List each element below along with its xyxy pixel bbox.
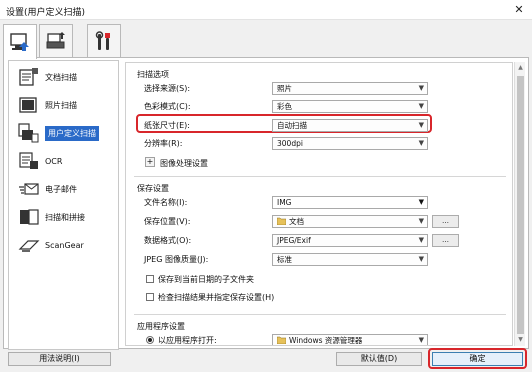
chevron-down-icon: ▼ bbox=[418, 84, 424, 92]
sidebar-item-label: ScanGear bbox=[45, 240, 84, 250]
save-settings-title: 保存设置 bbox=[137, 184, 169, 193]
source-label: 选择来源(S): bbox=[144, 84, 191, 93]
document-scan-icon bbox=[15, 67, 43, 87]
filename-label: 文件名称(I): bbox=[144, 198, 188, 207]
scan-options-title: 扫描选项 bbox=[137, 70, 169, 79]
sidebar-item-label: 用户定义扫描 bbox=[45, 125, 99, 141]
ok-button[interactable]: 确定 bbox=[432, 352, 523, 366]
vertical-scrollbar[interactable]: ▲ ▼ bbox=[514, 62, 525, 346]
sidebar-item-scangear[interactable]: ScanGear bbox=[9, 231, 118, 259]
paper-size-value: 自动扫描 bbox=[277, 121, 307, 130]
title-bar: 设置(用户定义扫描) ✕ bbox=[0, 0, 532, 20]
expand-button[interactable]: + bbox=[145, 157, 155, 167]
scanner-icon bbox=[46, 31, 65, 48]
ocr-icon bbox=[15, 151, 43, 171]
sidebar-item-label: 电子邮件 bbox=[45, 184, 77, 194]
close-button[interactable]: ✕ bbox=[510, 2, 528, 18]
location-label: 保存位置(V): bbox=[144, 217, 191, 226]
image-processing-label[interactable]: 图像处理设置 bbox=[160, 158, 208, 169]
chevron-down-icon: ▼ bbox=[418, 102, 424, 110]
sidebar-item-stitch[interactable]: 扫描和拼接 bbox=[9, 203, 118, 231]
open-with-value: Windows 资源管理器 bbox=[289, 336, 363, 345]
divider bbox=[134, 314, 506, 315]
format-select[interactable]: JPEG/Exif ▼ bbox=[272, 234, 428, 247]
open-with-label: 以应用程序打开: bbox=[158, 336, 217, 345]
computer-scan-icon bbox=[10, 33, 29, 51]
location-select[interactable]: 文档 ▼ bbox=[272, 215, 428, 228]
resolution-select[interactable]: 300dpi ▼ bbox=[272, 137, 428, 150]
scroll-up-icon[interactable]: ▲ bbox=[516, 63, 525, 73]
check-results-checkbox[interactable] bbox=[146, 293, 154, 301]
color-mode-value: 彩色 bbox=[277, 102, 292, 111]
format-settings-button[interactable]: … bbox=[432, 234, 459, 247]
browse-button[interactable]: … bbox=[432, 215, 459, 228]
source-value: 照片 bbox=[277, 84, 292, 93]
custom-scan-icon bbox=[15, 122, 43, 144]
sidebar-item-label: 照片扫描 bbox=[45, 100, 77, 110]
quality-select[interactable]: 标准 ▼ bbox=[272, 253, 428, 266]
chevron-down-icon: ▼ bbox=[418, 336, 424, 344]
folder-icon bbox=[276, 217, 287, 228]
filename-value: IMG bbox=[277, 198, 292, 207]
tools-icon bbox=[95, 30, 110, 50]
defaults-button[interactable]: 默认值(D) bbox=[336, 352, 422, 366]
source-select[interactable]: 照片 ▼ bbox=[272, 82, 428, 95]
scangear-icon bbox=[15, 235, 43, 255]
sidebar-item-photo-scan[interactable]: 照片扫描 bbox=[9, 91, 118, 119]
sidebar-item-label: OCR bbox=[45, 156, 63, 166]
chevron-down-icon: ▼ bbox=[418, 139, 424, 147]
open-with-select[interactable]: Windows 资源管理器 ▼ bbox=[272, 334, 428, 346]
app-settings-title: 应用程序设置 bbox=[137, 322, 185, 331]
sidebar-item-custom-scan[interactable]: 用户定义扫描 bbox=[9, 119, 118, 147]
open-with-radio[interactable] bbox=[146, 336, 154, 344]
filename-input[interactable]: IMG ▼ bbox=[272, 196, 428, 209]
chevron-down-icon: ▼ bbox=[418, 198, 424, 206]
location-value: 文档 bbox=[289, 217, 304, 226]
settings-content: 扫描选项 选择来源(S): 照片 ▼ 色彩模式(C): 彩色 ▼ 纸张尺寸(E)… bbox=[125, 62, 513, 346]
resolution-label: 分辨率(R): bbox=[144, 139, 183, 148]
format-label: 数据格式(O): bbox=[144, 236, 192, 245]
chevron-down-icon: ▼ bbox=[418, 121, 424, 129]
chevron-down-icon: ▼ bbox=[418, 217, 424, 225]
tab-general-settings[interactable] bbox=[87, 24, 121, 58]
explorer-icon bbox=[276, 336, 287, 346]
photo-scan-icon bbox=[15, 95, 43, 115]
scrollbar-thumb[interactable] bbox=[517, 76, 524, 334]
paper-size-label: 纸张尺寸(E): bbox=[144, 121, 190, 130]
email-icon bbox=[15, 179, 43, 199]
resolution-value: 300dpi bbox=[277, 139, 303, 148]
stitch-icon bbox=[15, 207, 43, 227]
window-title: 设置(用户定义扫描) bbox=[6, 8, 86, 18]
sidebar-item-email[interactable]: 电子邮件 bbox=[9, 175, 118, 203]
sidebar-item-label: 扫描和拼接 bbox=[45, 212, 85, 222]
sidebar-item-ocr[interactable]: OCR bbox=[9, 147, 118, 175]
paper-size-select[interactable]: 自动扫描 ▼ bbox=[272, 119, 428, 132]
color-mode-label: 色彩模式(C): bbox=[144, 102, 191, 111]
subfolder-checkbox[interactable] bbox=[146, 275, 154, 283]
quality-value: 标准 bbox=[277, 255, 292, 264]
format-value: JPEG/Exif bbox=[277, 236, 311, 245]
sidebar-item-label: 文档扫描 bbox=[45, 72, 77, 82]
tab-scan-from-panel[interactable] bbox=[39, 24, 73, 58]
scroll-down-icon[interactable]: ▼ bbox=[516, 335, 525, 345]
sidebar: 文档扫描 照片扫描 用户定义扫描 OCR 电子邮件 扫描和拼接 ScanGear bbox=[8, 60, 119, 350]
chevron-down-icon: ▼ bbox=[418, 236, 424, 244]
help-button[interactable]: 用法说明(I) bbox=[8, 352, 111, 366]
quality-label: JPEG 图像质量(J): bbox=[144, 255, 209, 264]
color-mode-select[interactable]: 彩色 ▼ bbox=[272, 100, 428, 113]
tab-scan-from-computer[interactable] bbox=[3, 24, 37, 59]
chevron-down-icon: ▼ bbox=[418, 255, 424, 263]
sidebar-item-document-scan[interactable]: 文档扫描 bbox=[9, 63, 118, 91]
subfolder-label: 保存到当前日期的子文件夹 bbox=[158, 275, 254, 284]
divider bbox=[134, 176, 506, 177]
check-results-label: 检查扫描结果并指定保存设置(H) bbox=[158, 293, 275, 302]
